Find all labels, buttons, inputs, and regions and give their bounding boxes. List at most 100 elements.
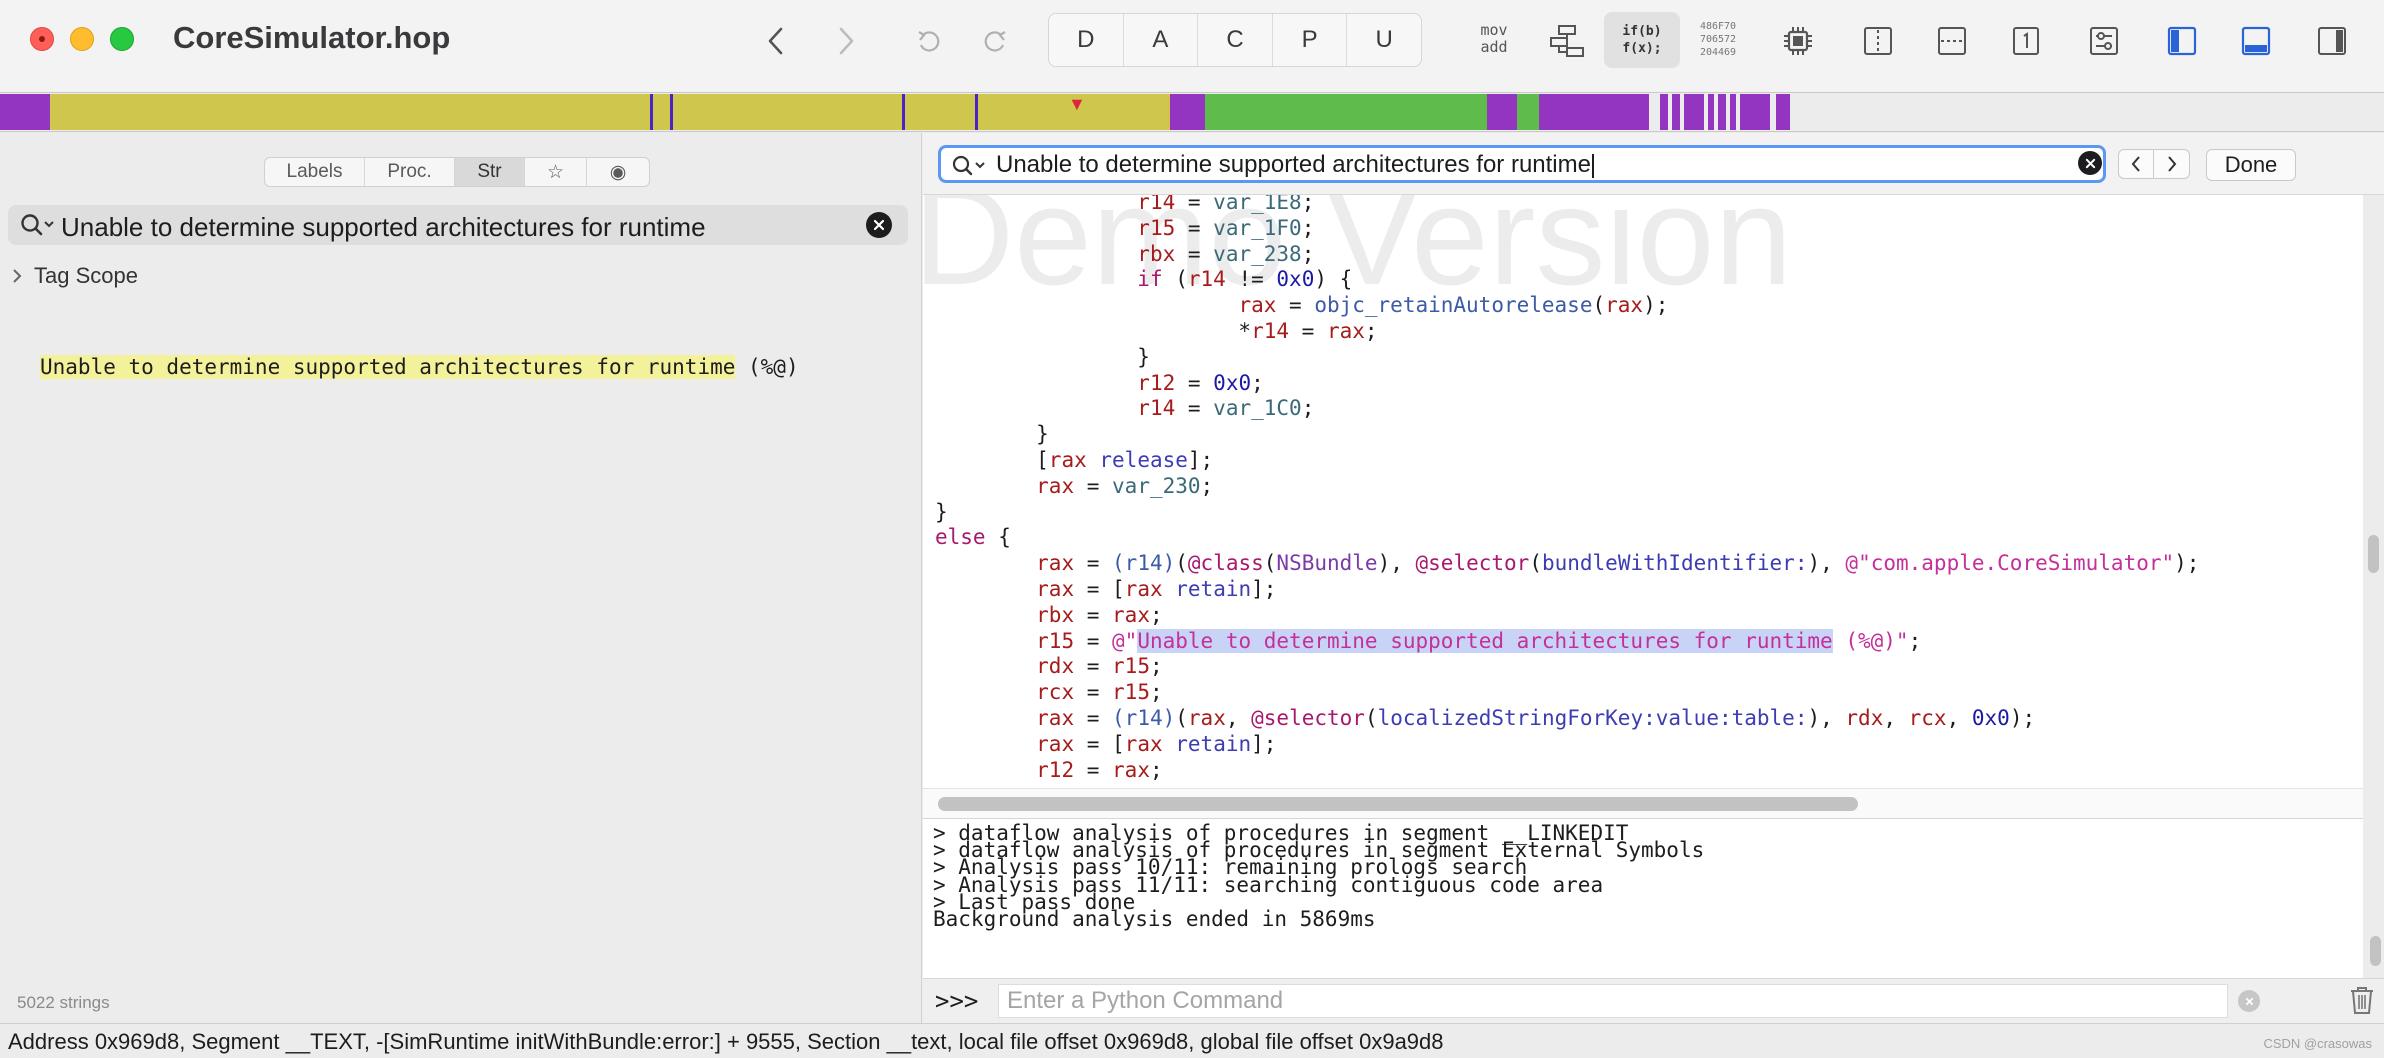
pseudocode-mode-button[interactable]: if(b) f(x); — [1604, 12, 1680, 68]
trash-icon — [2351, 987, 2373, 1014]
code-token: = — [1289, 319, 1327, 343]
code-line: } — [935, 344, 1150, 370]
code-line: rax = var_230; — [935, 473, 1213, 499]
code-token: ; — [1908, 628, 1922, 653]
segment-navigation-bar[interactable]: ▼ — [0, 92, 2384, 132]
split-vertical-icon — [1864, 27, 1892, 55]
scrollbar-thumb[interactable] — [938, 797, 1858, 811]
code-token: } — [935, 422, 1049, 447]
undo-icon — [918, 31, 940, 52]
maximize-window-button[interactable] — [110, 27, 134, 51]
code-token: ]; — [1251, 731, 1277, 756]
code-line: rbx = rax; — [935, 602, 1162, 628]
tab-strings[interactable]: Str — [455, 158, 525, 186]
code-token: r14 — [1251, 319, 1290, 343]
minimize-window-button[interactable] — [70, 27, 94, 51]
tag-scope-disclosure[interactable]: Tag Scope — [12, 263, 138, 289]
nav-segment — [1660, 94, 1668, 130]
nav-segment — [1539, 94, 1649, 130]
find-previous-button[interactable] — [2118, 149, 2154, 179]
clear-python-input-button[interactable] — [2238, 990, 2260, 1012]
clear-console-button[interactable] — [2348, 985, 2376, 1020]
code-token: rcx — [1036, 680, 1075, 705]
split-horizontal-button[interactable] — [1932, 16, 1972, 66]
tab-procedures[interactable]: Proc. — [365, 158, 455, 186]
find-field[interactable]: Unable to determine supported architectu… — [938, 145, 2106, 183]
code-token: r12 — [1137, 370, 1176, 395]
left-panel: Labels Proc. Str ☆ ◉ Unable to determine… — [0, 133, 922, 1023]
tab-tags[interactable]: ◉ — [587, 158, 649, 186]
redo-button[interactable] — [978, 16, 1014, 66]
console-vertical-scrollbar[interactable] — [2370, 936, 2381, 966]
find-input[interactable]: Unable to determine supported architectu… — [996, 151, 1591, 178]
toggle-right-panel-button[interactable] — [2312, 16, 2352, 66]
back-button[interactable] — [756, 16, 796, 66]
nav-segment — [1487, 94, 1517, 130]
assembly-mode-button[interactable]: mov add — [1474, 22, 1514, 56]
string-result-item[interactable]: Unable to determine supported architectu… — [40, 355, 799, 379]
mode-p-button[interactable]: P — [1273, 14, 1348, 66]
clear-find-button[interactable] — [2078, 151, 2102, 175]
code-token: ( — [1175, 706, 1188, 730]
code-token: @" — [1112, 628, 1138, 653]
code-token: rax — [1238, 293, 1277, 318]
code-token: rax — [1112, 757, 1150, 782]
code-token: ; — [1301, 241, 1315, 266]
chevron-right-icon — [13, 269, 22, 283]
code-token: = — [1175, 241, 1214, 266]
code-token: = — [1074, 757, 1113, 782]
processor-button[interactable] — [1778, 16, 1818, 66]
tab-labels[interactable]: Labels — [265, 158, 365, 186]
strings-search-field[interactable]: Unable to determine supported architectu… — [8, 205, 908, 245]
code-line: rax = (r14)(@class(NSBundle), @selector(… — [935, 550, 2199, 576]
code-token: ; — [1301, 195, 1315, 214]
toggle-left-panel-button[interactable] — [2162, 16, 2202, 66]
strings-search-input[interactable]: Unable to determine supported architectu… — [61, 212, 706, 243]
close-window-button[interactable] — [30, 27, 54, 51]
code-token: ]; — [1187, 448, 1214, 472]
undo-button[interactable] — [910, 16, 946, 66]
code-token: = — [1074, 680, 1113, 705]
code-token: , — [1225, 706, 1252, 730]
left-panel-tabs: Labels Proc. Str ☆ ◉ — [264, 157, 650, 187]
done-button[interactable]: Done — [2206, 149, 2296, 181]
code-token: = — [1175, 396, 1214, 421]
hex-mode-button[interactable]: 486F70 706572 204469 — [1698, 20, 1738, 59]
forward-button[interactable] — [826, 16, 866, 66]
code-token: ; — [1301, 215, 1315, 240]
mode-a-button[interactable]: A — [1124, 14, 1199, 66]
code-token: = — [1074, 473, 1113, 498]
code-horizontal-scrollbar[interactable] — [923, 788, 2363, 818]
tab-bookmarks[interactable]: ☆ — [525, 158, 587, 186]
cfg-button[interactable] — [1544, 16, 1590, 66]
code-token: @class — [1187, 551, 1264, 576]
code-vertical-scrollbar[interactable] — [2368, 535, 2379, 573]
code-line: } — [935, 499, 948, 525]
find-next-button[interactable] — [2154, 149, 2190, 179]
clear-search-button[interactable] — [866, 212, 892, 238]
code-token: ( — [1175, 551, 1188, 576]
status-bar: Address 0x969d8, Segment __TEXT, -[SimRu… — [0, 1023, 2384, 1058]
code-token: rax — [1124, 731, 1163, 756]
code-token: = — [1074, 628, 1113, 653]
pseudocode-view[interactable]: Demo Version r14 = var_1E8; r15 = var_1F… — [923, 195, 2363, 788]
nav-marker — [670, 94, 673, 130]
code-token: rax — [1036, 551, 1075, 576]
code-token: localizedStringForKey:value:table: — [1377, 706, 1808, 730]
split-vertical-button[interactable] — [1858, 16, 1898, 66]
single-page-button[interactable] — [2006, 16, 2046, 66]
toggle-bottom-panel-button[interactable] — [2236, 16, 2276, 66]
mode-d-button[interactable]: D — [1049, 14, 1124, 66]
code-token: = — [1074, 551, 1113, 576]
python-command-input[interactable]: Enter a Python Command — [998, 984, 2228, 1018]
code-token: 0x0 — [1971, 706, 2010, 730]
mode-u-button[interactable]: U — [1347, 14, 1421, 66]
mode-c-button[interactable]: C — [1198, 14, 1273, 66]
inspector-settings-button[interactable] — [2084, 16, 2124, 66]
code-token: , — [1883, 706, 1909, 730]
code-token: ; — [1149, 654, 1163, 679]
code-token: = — [1175, 215, 1214, 240]
code-token: @"com.apple.CoreSimulator" — [1845, 551, 2175, 576]
code-token: * — [935, 319, 1252, 343]
